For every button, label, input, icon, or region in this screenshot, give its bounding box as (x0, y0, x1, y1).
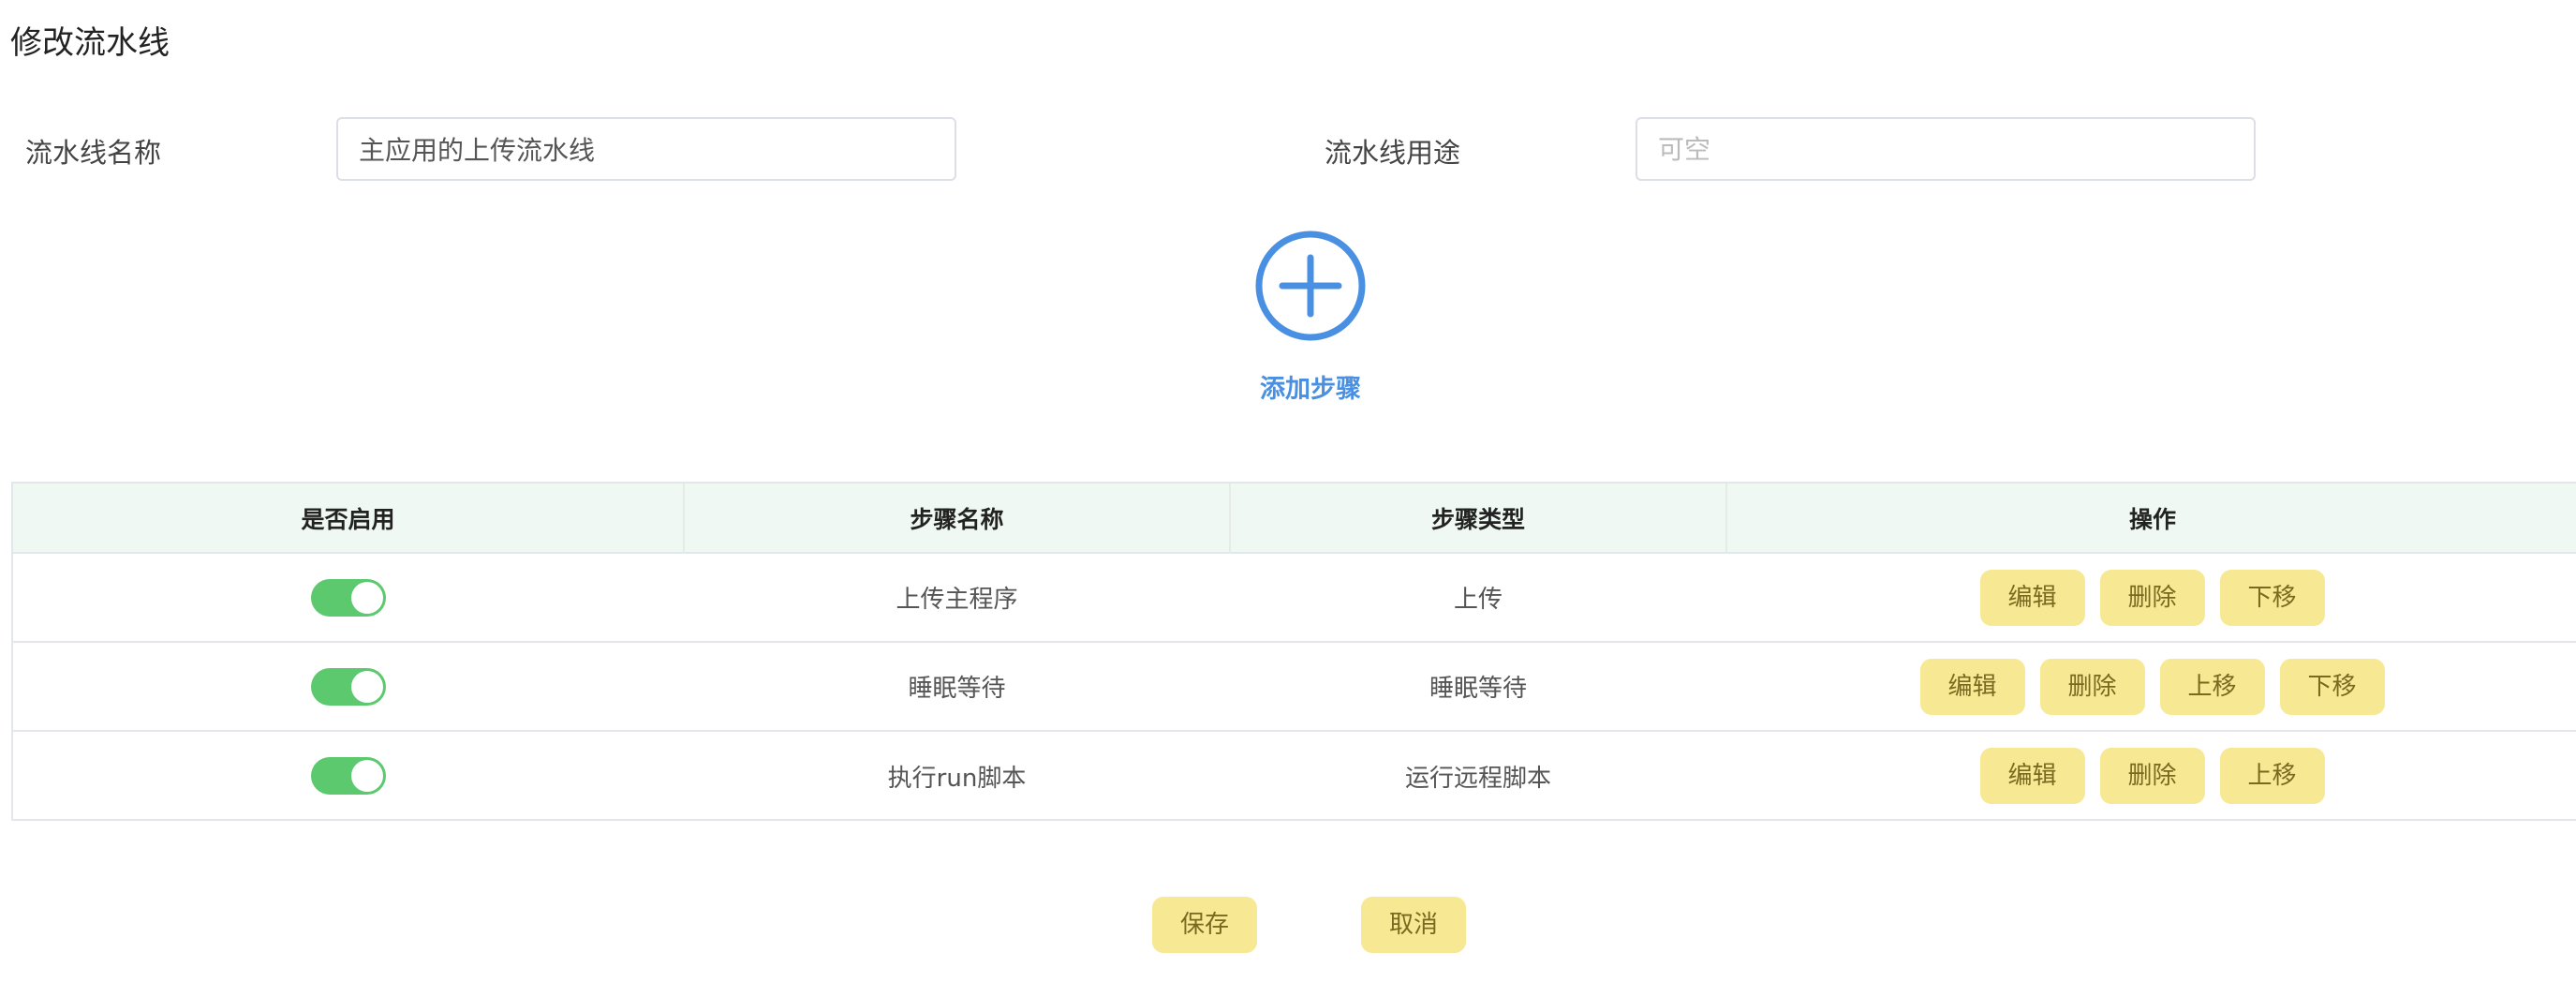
toggle-knob (351, 581, 383, 614)
step-type-cell: 睡眠等待 (1429, 675, 1527, 703)
step-type-cell: 上传 (1453, 586, 1503, 614)
step-name-cell: 睡眠等待 (908, 675, 1006, 703)
delete-button[interactable]: 删除 (2039, 658, 2145, 715)
delete-button[interactable]: 删除 (2099, 748, 2205, 804)
actions-cell: 编辑 删除 上移 下移 (1726, 642, 2576, 731)
edit-button[interactable]: 编辑 (1979, 569, 2085, 626)
add-step-label: 添加步骤 (1260, 375, 1361, 404)
add-step-button[interactable]: 添加步骤 (1254, 230, 1367, 408)
enable-toggle[interactable] (311, 578, 386, 617)
steps-table: 是否启用 步骤名称 步骤类型 操作 上传主程序 上传 编辑 删除 下移 睡眠等待 睡… (11, 482, 2576, 821)
pipeline-purpose-input[interactable] (1636, 117, 2256, 181)
table-row: 执行run脚本 运行远程脚本 编辑 删除 上移 (13, 731, 2576, 820)
enable-toggle[interactable] (311, 757, 386, 795)
column-header-actions: 操作 (2128, 505, 2176, 533)
table-row: 睡眠等待 睡眠等待 编辑 删除 上移 下移 (13, 642, 2576, 731)
move-up-button[interactable]: 上移 (2159, 658, 2265, 715)
plus-circle-icon (1255, 231, 1366, 341)
delete-button[interactable]: 删除 (2099, 569, 2205, 626)
move-down-button[interactable]: 下移 (2219, 569, 2325, 626)
pipeline-name-label: 流水线名称 (25, 137, 162, 169)
column-header-enabled: 是否启用 (13, 484, 685, 553)
edit-button[interactable]: 编辑 (1979, 748, 2085, 804)
table-row: 上传主程序 上传 编辑 删除 下移 (13, 553, 2576, 642)
actions-cell: 编辑 删除 下移 (1726, 553, 2576, 642)
pipeline-name-input[interactable] (336, 117, 956, 181)
move-down-button[interactable]: 下移 (2279, 658, 2385, 715)
step-name-cell: 执行run脚本 (887, 764, 1027, 793)
column-header-step-type: 步骤类型 (1230, 484, 1727, 553)
table-header-row: 是否启用 步骤名称 步骤类型 操作 (13, 484, 2576, 553)
toggle-knob (351, 760, 383, 792)
enable-toggle[interactable] (311, 667, 386, 706)
step-type-cell: 运行远程脚本 (1404, 764, 1551, 793)
edit-button[interactable]: 编辑 (1919, 658, 2025, 715)
pipeline-purpose-label: 流水线用途 (1325, 137, 1461, 169)
toggle-knob (351, 670, 383, 703)
actions-cell: 编辑 删除 上移 (1726, 731, 2576, 820)
step-name-cell: 上传主程序 (896, 586, 1018, 614)
page-title: 修改流水线 (10, 24, 170, 62)
column-header-step-name: 步骤名称 (684, 484, 1231, 553)
cancel-button[interactable]: 取消 (1361, 897, 1466, 953)
move-up-button[interactable]: 上移 (2219, 748, 2325, 804)
save-button[interactable]: 保存 (1152, 897, 1257, 953)
